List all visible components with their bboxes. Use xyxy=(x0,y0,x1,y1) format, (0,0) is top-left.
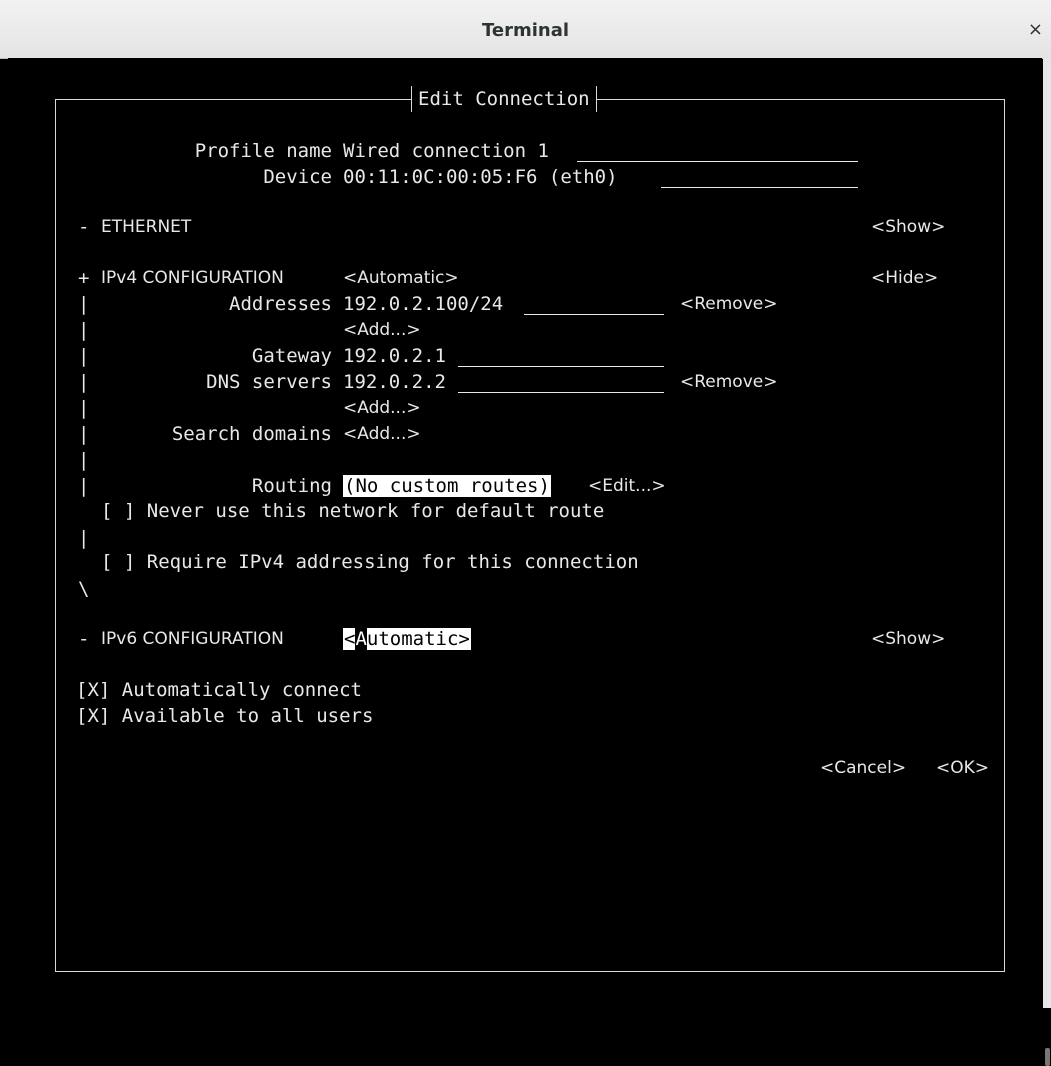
search-domains-add-button[interactable]: <Add...> xyxy=(343,421,421,447)
ethernet-marker: - xyxy=(78,216,90,238)
addresses-add-button[interactable]: <Add...> xyxy=(343,317,421,343)
dialog-title: Edit Connection xyxy=(411,86,597,112)
tree-bar: | xyxy=(78,345,90,367)
tree-bar: | xyxy=(78,371,90,393)
device-label: Device xyxy=(263,166,332,188)
search-domains-label: Search domains xyxy=(171,423,332,445)
ipv6-marker: - xyxy=(78,628,90,650)
ethernet-show-button[interactable]: <Show> xyxy=(871,214,945,240)
never-default-route-checkbox[interactable]: [ ] Never use this network for default r… xyxy=(101,498,604,524)
all-users-checkbox[interactable]: [X] Available to all users xyxy=(76,703,373,729)
scrollbar[interactable] xyxy=(1043,58,1051,1066)
gateway-value[interactable]: 192.0.2.1 xyxy=(343,343,446,369)
dns-servers-value[interactable]: 192.0.2.2 xyxy=(343,369,446,395)
addresses-label: Addresses xyxy=(229,293,332,315)
require-ipv4-checkbox[interactable]: [ ] Require IPv4 addressing for this con… xyxy=(101,549,639,575)
tree-end: \ xyxy=(78,578,90,600)
tree-bar: | xyxy=(78,449,90,471)
text-cursor: A xyxy=(355,628,367,650)
ipv4-section-label: IPv4 CONFIGURATION xyxy=(101,268,284,288)
device-field[interactable] xyxy=(661,187,858,188)
dialog-frame xyxy=(55,99,1005,972)
ipv4-mode-button[interactable]: <Automatic> xyxy=(343,265,459,291)
tree-bar: | xyxy=(78,527,90,549)
profile-name-field[interactable] xyxy=(577,161,858,162)
window-title: Terminal xyxy=(481,20,570,41)
gateway-label: Gateway xyxy=(251,345,332,367)
device-value[interactable]: 00:11:0C:00:05:F6 (eth0) xyxy=(343,164,618,190)
ipv4-marker: + xyxy=(78,267,90,289)
auto-connect-checkbox[interactable]: [X] Automatically connect xyxy=(76,677,362,703)
ethernet-section-label: ETHERNET xyxy=(101,217,192,237)
ipv6-mode-lt: < xyxy=(344,628,356,650)
routing-label: Routing xyxy=(251,475,332,497)
addresses-field[interactable] xyxy=(524,314,664,315)
close-icon[interactable]: × xyxy=(1028,19,1043,40)
routing-value: (No custom routes) xyxy=(343,475,551,497)
scrollbar-thumb[interactable] xyxy=(1045,1048,1050,1066)
tree-bar: | xyxy=(78,293,90,315)
ipv6-mode-button[interactable]: <Automatic> xyxy=(343,628,471,650)
title-bar: Terminal × xyxy=(0,0,1051,59)
dns-servers-field[interactable] xyxy=(458,392,664,393)
tree-bar: | xyxy=(78,319,90,341)
ipv4-hide-button[interactable]: <Hide> xyxy=(871,265,938,291)
tree-bar: | xyxy=(78,423,90,445)
addresses-value[interactable]: 192.0.2.100/24 xyxy=(343,291,503,317)
ipv6-mode-rest: utomatic> xyxy=(366,628,470,650)
dns-add-button[interactable]: <Add...> xyxy=(343,395,421,421)
gateway-field[interactable] xyxy=(458,366,664,367)
tree-bar: | xyxy=(78,475,90,497)
dns-servers-label: DNS servers xyxy=(206,371,332,393)
ok-button[interactable]: <OK> xyxy=(936,755,989,781)
routing-edit-button[interactable]: <Edit...> xyxy=(588,473,666,499)
cancel-button[interactable]: <Cancel> xyxy=(820,755,906,781)
dns-remove-button[interactable]: <Remove> xyxy=(680,369,777,395)
ipv6-show-button[interactable]: <Show> xyxy=(871,626,945,652)
ipv6-section-label: IPv6 CONFIGURATION xyxy=(101,629,284,649)
profile-name-value[interactable]: Wired connection 1 xyxy=(343,138,549,164)
tree-bar: | xyxy=(78,397,90,419)
addresses-remove-button[interactable]: <Remove> xyxy=(680,291,777,317)
profile-name-label: Profile name xyxy=(194,140,332,162)
